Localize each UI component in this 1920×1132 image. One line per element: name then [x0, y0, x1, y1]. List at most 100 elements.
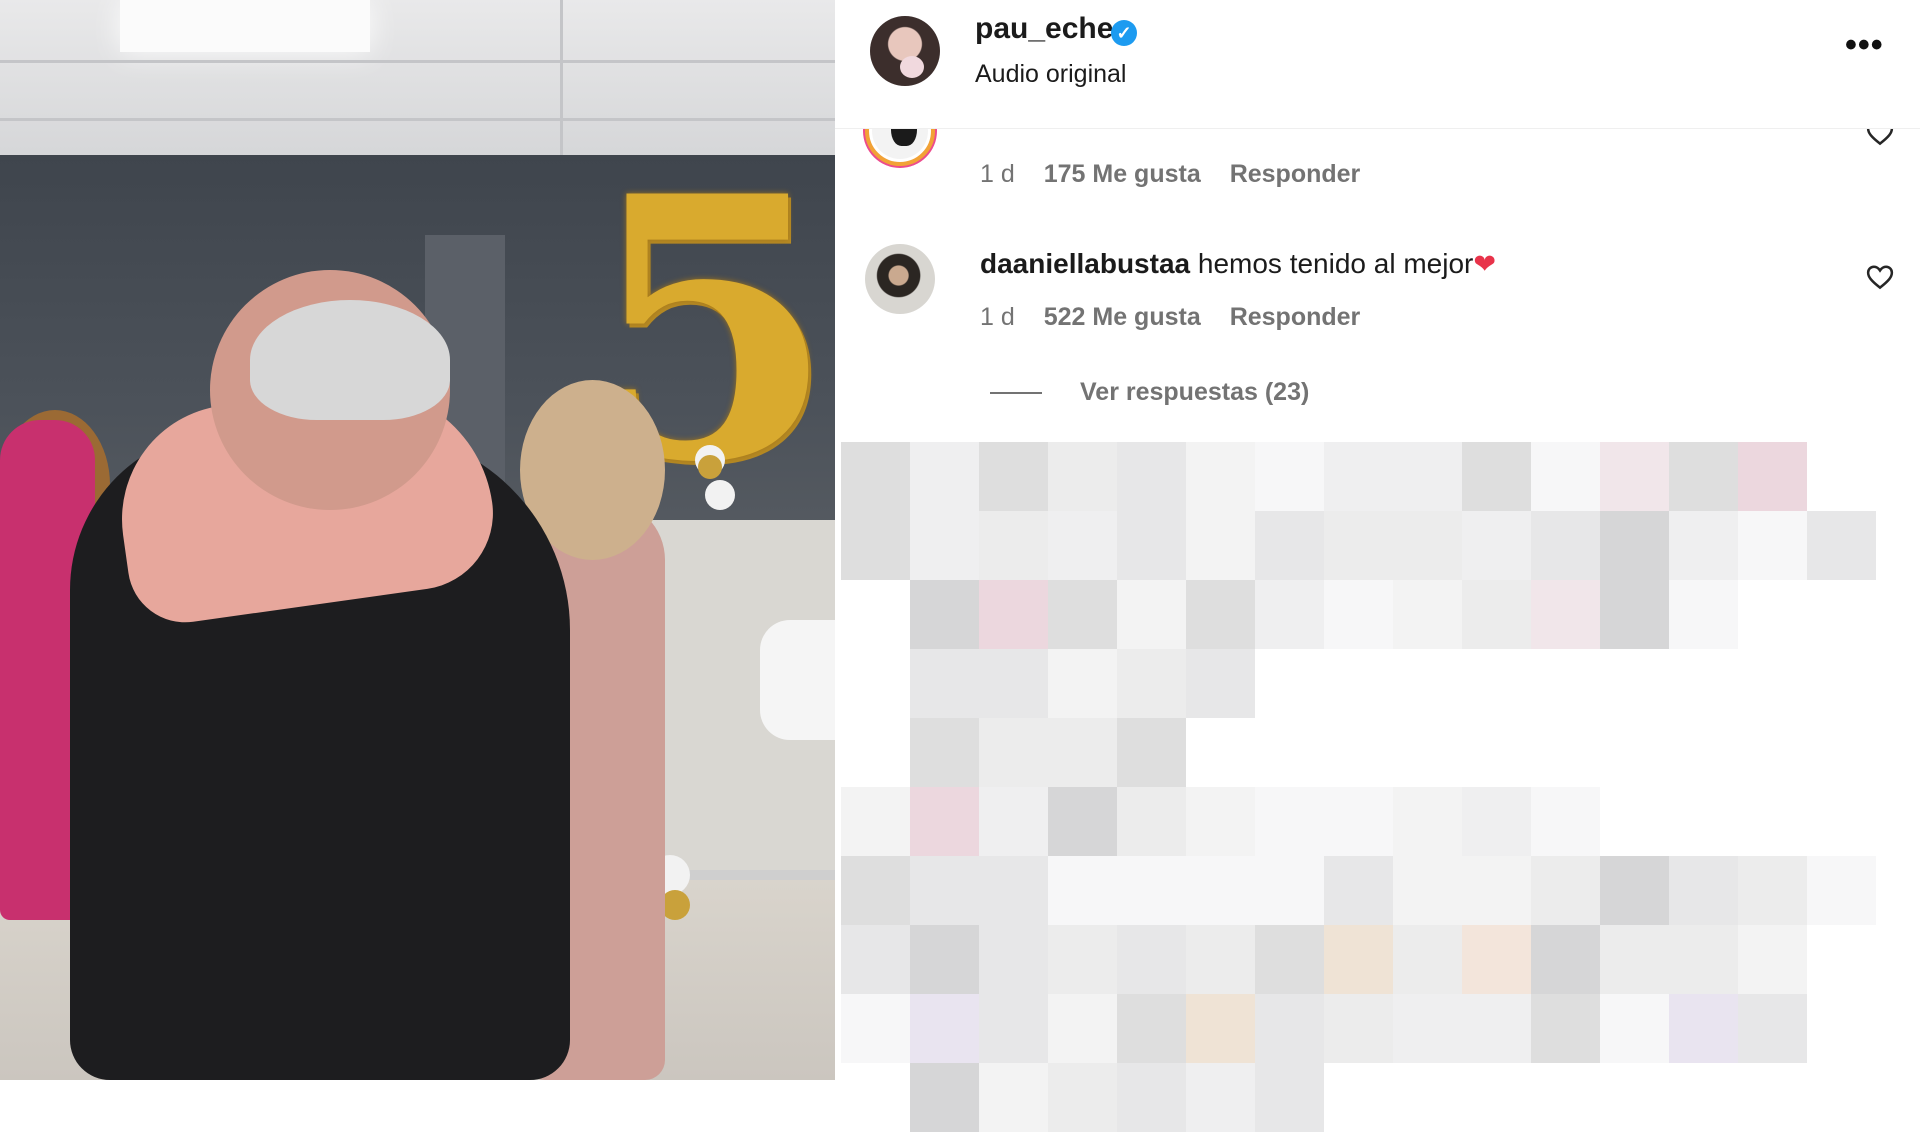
verified-badge-icon: ✓ [1111, 20, 1137, 46]
mosaic-tile [1462, 856, 1531, 925]
mosaic-tile [1186, 787, 1255, 856]
mosaic-tile [1600, 511, 1669, 580]
mosaic-tile [1186, 925, 1255, 994]
mosaic-tile [1807, 856, 1876, 925]
mosaic-tile [1738, 856, 1807, 925]
mosaic-tile [910, 856, 979, 925]
mosaic-tile [841, 442, 910, 511]
mosaic-tile [1531, 925, 1600, 994]
mosaic-tile [841, 511, 910, 580]
mosaic-tile [1324, 787, 1393, 856]
post-username[interactable]: pau_eche [975, 12, 1113, 46]
pixelated-censor-area [841, 442, 1920, 1132]
mosaic-tile [910, 718, 979, 787]
mosaic-tile [1462, 787, 1531, 856]
heart-outline-icon[interactable] [1865, 262, 1895, 292]
mosaic-tile [1117, 925, 1186, 994]
mosaic-tile [1393, 994, 1462, 1063]
mosaic-tile [1117, 856, 1186, 925]
mosaic-tile [910, 442, 979, 511]
comment-username[interactable]: daaniellabustaa [980, 248, 1190, 279]
audio-label[interactable]: Audio original [975, 60, 1127, 89]
mosaic-tile [1117, 580, 1186, 649]
mosaic-tile [1669, 994, 1738, 1063]
balloon [705, 480, 735, 510]
mosaic-tile [1255, 925, 1324, 994]
mosaic-tile [1324, 925, 1393, 994]
mosaic-tile [1531, 856, 1600, 925]
mosaic-tile [979, 649, 1048, 718]
view-replies-button[interactable]: Ver respuestas (23) [990, 378, 1309, 407]
mosaic-tile [1600, 925, 1669, 994]
view-replies-label: Ver respuestas (23) [1080, 378, 1310, 406]
mosaic-tile [1186, 511, 1255, 580]
mosaic-tile [1117, 718, 1186, 787]
mosaic-tile [841, 994, 910, 1063]
comment-body: daaniellabustaa hemos tenido al mejor❤ [980, 248, 1496, 280]
replies-divider-line [990, 392, 1042, 395]
mosaic-tile [979, 787, 1048, 856]
comment-time: 1 d [980, 303, 1015, 331]
comment-meta: 1 d 175 Me gusta Responder [980, 160, 1382, 189]
mosaic-tile [1738, 511, 1807, 580]
mosaic-tile [1048, 925, 1117, 994]
reply-button[interactable]: Responder [1230, 160, 1361, 188]
mosaic-tile [1393, 580, 1462, 649]
mosaic-tile [1324, 511, 1393, 580]
comment-avatar[interactable] [865, 244, 935, 314]
comment-text: hemos tenido al mejor [1197, 248, 1474, 279]
comments-panel: pau_eche ✓ Audio original ••• 1 d 175 Me… [835, 0, 1920, 1132]
mosaic-tile [1393, 442, 1462, 511]
mosaic-tile [1600, 856, 1669, 925]
mosaic-tile [1669, 925, 1738, 994]
mosaic-tile [910, 649, 979, 718]
mosaic-tile [1669, 442, 1738, 511]
mosaic-tile [1324, 856, 1393, 925]
ceiling-line [560, 0, 563, 155]
mosaic-tile [1048, 649, 1117, 718]
mosaic-tile [1393, 925, 1462, 994]
mosaic-tile [841, 925, 910, 994]
ceiling-light [120, 0, 370, 52]
man-hair [250, 300, 450, 420]
mosaic-tile [1048, 787, 1117, 856]
mosaic-tile [1531, 511, 1600, 580]
mosaic-tile [1186, 1063, 1255, 1132]
mosaic-tile [1117, 1063, 1186, 1132]
mosaic-tile [1048, 442, 1117, 511]
more-options-icon[interactable]: ••• [1845, 26, 1884, 65]
mosaic-tile [1393, 856, 1462, 925]
comment-likes[interactable]: 175 Me gusta [1044, 160, 1201, 188]
mosaic-tile [979, 925, 1048, 994]
person-edge [760, 620, 835, 740]
mosaic-tile [979, 580, 1048, 649]
mosaic-tile [1186, 649, 1255, 718]
comment-meta: 1 d 522 Me gusta Responder [980, 303, 1382, 332]
mosaic-tile [1255, 580, 1324, 649]
mosaic-tile [1048, 1063, 1117, 1132]
mosaic-tile [1117, 649, 1186, 718]
avatar[interactable] [870, 16, 940, 86]
mosaic-tile [979, 718, 1048, 787]
mosaic-tile [1186, 442, 1255, 511]
mosaic-tile [1600, 580, 1669, 649]
video-frame[interactable]: 5 [0, 0, 835, 1080]
mosaic-tile [1462, 511, 1531, 580]
mosaic-tile [1324, 442, 1393, 511]
mosaic-tile [1048, 994, 1117, 1063]
mosaic-tile [1669, 580, 1738, 649]
mosaic-tile [979, 1063, 1048, 1132]
mosaic-tile [1255, 442, 1324, 511]
post-header: pau_eche ✓ Audio original ••• [835, 0, 1920, 129]
mosaic-tile [1324, 994, 1393, 1063]
reply-button[interactable]: Responder [1230, 303, 1361, 331]
mosaic-tile [910, 580, 979, 649]
mosaic-tile [1531, 994, 1600, 1063]
mosaic-tile [1393, 787, 1462, 856]
mosaic-tile [910, 787, 979, 856]
mosaic-tile [1738, 925, 1807, 994]
comment-likes[interactable]: 522 Me gusta [1044, 303, 1201, 331]
mosaic-tile [1255, 856, 1324, 925]
mosaic-tile [1048, 580, 1117, 649]
mosaic-tile [1048, 718, 1117, 787]
